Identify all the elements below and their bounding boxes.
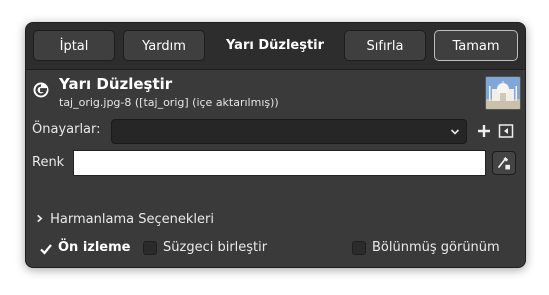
blending-options-expander[interactable]: Harmanlama Seçenekleri xyxy=(35,212,214,227)
merge-filter-checkbox-box[interactable] xyxy=(143,241,157,255)
dialog-window: İptal Yardım Yarı Düzleştir Sıfırla Tama… xyxy=(25,22,526,268)
color-picker-button[interactable] xyxy=(492,151,516,175)
menu-icon[interactable] xyxy=(498,123,514,139)
chevron-down-icon xyxy=(450,129,460,135)
cancel-button[interactable]: İptal xyxy=(33,30,115,61)
color-field[interactable] xyxy=(73,150,486,176)
image-thumbnail xyxy=(485,76,521,110)
filter-title: Yarı Düzleştir xyxy=(59,75,173,93)
ok-button[interactable]: Tamam xyxy=(434,30,518,61)
plus-icon[interactable] xyxy=(476,123,492,139)
merge-filter-checkbox[interactable]: Süzgeci birleştir xyxy=(143,239,303,257)
presets-label: Önayarlar: xyxy=(32,122,101,137)
preview-checkbox[interactable]: Ön izleme xyxy=(38,239,148,257)
blending-options-label: Harmanlama Seçenekleri xyxy=(50,212,214,227)
split-view-label: Bölünmüş görünüm xyxy=(372,240,500,255)
preview-checkbox-box[interactable] xyxy=(38,241,52,255)
checkmark-icon xyxy=(40,244,52,255)
presets-combo[interactable] xyxy=(111,119,467,144)
merge-filter-label: Süzgeci birleştir xyxy=(163,240,268,255)
color-picker-icon xyxy=(497,156,510,170)
color-label: Renk xyxy=(32,155,65,170)
reset-button[interactable]: Sıfırla xyxy=(344,30,426,61)
preview-label: Ön izleme xyxy=(58,240,131,255)
filter-subtitle: taj_orig.jpg-8 ([taj_orig] (içe aktarılm… xyxy=(59,96,279,109)
screen: İptal Yardım Yarı Düzleştir Sıfırla Tama… xyxy=(0,0,549,295)
help-button[interactable]: Yardım xyxy=(123,30,205,61)
dialog-title: Yarı Düzleştir xyxy=(225,38,325,53)
header-bar: İptal Yardım Yarı Düzleştir Sıfırla Tama… xyxy=(26,23,525,70)
split-view-checkbox[interactable]: Bölünmüş görünüm xyxy=(352,239,517,257)
gimp-icon xyxy=(33,82,49,98)
split-view-checkbox-box[interactable] xyxy=(352,241,366,255)
chevron-right-icon xyxy=(37,214,43,223)
